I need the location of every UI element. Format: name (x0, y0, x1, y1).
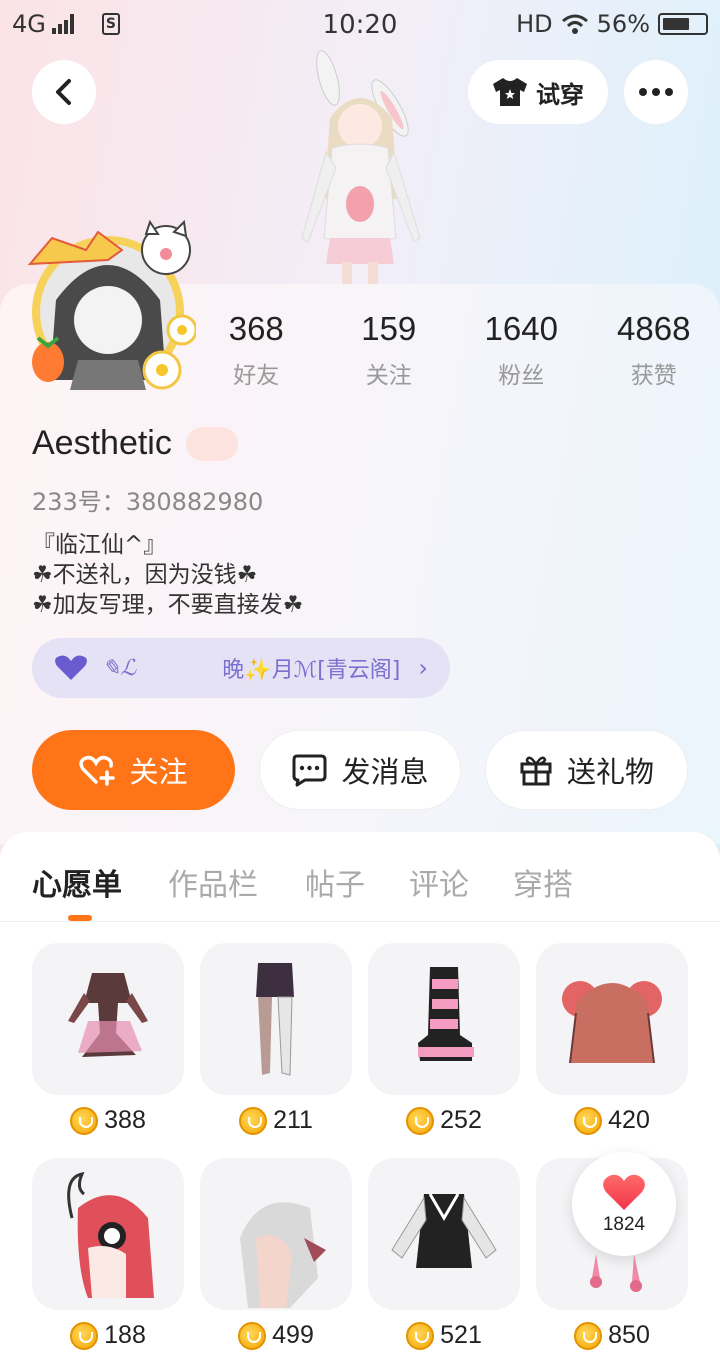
more-button[interactable] (624, 60, 688, 124)
jacket-icon (391, 1193, 497, 1268)
item-price: 499 (200, 1321, 352, 1350)
stat-value: 1640 (484, 310, 558, 347)
tab-wishlist[interactable]: 心愿单 (32, 860, 122, 904)
try-on-label: 试穿 (536, 80, 584, 109)
guild-badge[interactable]: ✎ℒ 晚✨月ℳ[青云阁] › (32, 638, 450, 698)
active-tab-indicator (68, 915, 92, 921)
wishlist-item[interactable] (200, 1158, 352, 1310)
battery-percent: 56% (596, 10, 650, 38)
price-value: 499 (272, 1321, 314, 1349)
stat-label: 关注 (365, 363, 412, 389)
bio-line: ☘不送礼，因为没钱☘ (32, 562, 258, 588)
back-button[interactable] (32, 60, 96, 124)
heart-plus-icon (79, 755, 116, 786)
like-count: 1824 (602, 1214, 646, 1235)
try-on-button[interactable]: 试穿 (468, 60, 608, 124)
stat-following[interactable]: 159 关注 (323, 310, 456, 390)
stockings-icon (256, 963, 294, 1076)
avatar[interactable] (26, 220, 196, 390)
guild-tag: ✎ℒ (102, 655, 137, 681)
coin-icon (574, 1106, 603, 1135)
stat-fans[interactable]: 1640 粉丝 (455, 310, 588, 390)
profile-tabs: 心愿单 作品栏 帖子 评论 穿搭 (0, 832, 720, 922)
send-gift-button[interactable]: 送礼物 (485, 730, 688, 810)
stat-value: 368 (228, 310, 284, 347)
coin-icon (574, 1321, 603, 1350)
tab-outfits[interactable]: 穿搭 (513, 860, 573, 904)
stat-friends[interactable]: 368 好友 (190, 310, 323, 390)
character-figure (301, 50, 421, 284)
tab-posts[interactable]: 帖子 (305, 860, 365, 904)
coin-icon (238, 1321, 267, 1350)
bio: 『临江仙^』 ☘不送礼，因为没钱☘ ☘加友写理，不要直接发☘ (32, 530, 303, 620)
tab-works[interactable]: 作品栏 (168, 860, 258, 904)
coin-icon (70, 1106, 99, 1135)
item-price: 388 (32, 1106, 184, 1135)
wifi-icon (561, 14, 588, 34)
profile-stats: 368 好友 159 关注 1640 粉丝 4868 获赞 (190, 310, 720, 390)
heart-icon (55, 655, 87, 680)
stat-label: 粉丝 (498, 363, 545, 389)
gift-icon (520, 756, 552, 786)
item-price: 211 (200, 1106, 352, 1135)
wishlist-item[interactable] (536, 943, 688, 1095)
hair-red-icon (67, 1171, 154, 1298)
tshirt-icon (493, 78, 527, 106)
stat-likes[interactable]: 4868 获赞 (588, 310, 720, 390)
coin-icon (70, 1321, 99, 1350)
stat-value: 4868 (617, 310, 691, 347)
follow-button[interactable]: 关注 (32, 730, 235, 810)
item-price: 252 (368, 1106, 520, 1135)
name-tag-badge (185, 426, 238, 461)
item-price: 188 (32, 1321, 184, 1350)
like-button[interactable]: 1824 (572, 1152, 676, 1256)
chat-bubble-icon (292, 754, 327, 787)
outfit-dress-icon (68, 973, 148, 1057)
hd-indicator: HD (516, 10, 553, 38)
stat-label: 获赞 (630, 363, 677, 389)
hair-white-icon (240, 1202, 326, 1308)
battery-icon (658, 13, 708, 35)
price-value: 420 (608, 1106, 650, 1134)
message-button[interactable]: 发消息 (259, 730, 461, 810)
follow-label: 关注 (129, 755, 188, 789)
price-value: 388 (104, 1106, 146, 1134)
item-price: 850 (536, 1321, 688, 1350)
gift-label: 送礼物 (566, 755, 654, 789)
bio-line: 『临江仙^』 (32, 532, 167, 558)
stat-value: 159 (361, 310, 417, 347)
wishlist-item[interactable] (368, 943, 520, 1095)
more-icon (639, 88, 673, 96)
wishlist-item[interactable] (32, 1158, 184, 1310)
item-price: 521 (368, 1321, 520, 1350)
price-value: 521 (440, 1321, 482, 1349)
coin-icon (406, 1106, 435, 1135)
heart-icon (603, 1174, 645, 1210)
price-value: 252 (440, 1106, 482, 1134)
wishlist-item[interactable] (32, 943, 184, 1095)
guild-name: 晚✨月ℳ[青云阁] (222, 658, 401, 683)
coin-icon (239, 1106, 268, 1135)
wishlist-item[interactable] (368, 1158, 520, 1310)
item-price: 420 (536, 1106, 688, 1135)
price-value: 850 (608, 1321, 650, 1349)
price-value: 211 (273, 1106, 313, 1134)
coin-icon (406, 1321, 435, 1350)
tab-comments[interactable]: 评论 (409, 860, 469, 904)
bio-line: ☘加友写理，不要直接发☘ (32, 592, 304, 618)
username-row: Aesthetic (32, 424, 238, 463)
chevron-left-icon (56, 79, 71, 105)
username: Aesthetic (32, 424, 172, 462)
wishlist-item[interactable] (200, 943, 352, 1095)
hair-buns-icon (562, 981, 662, 1064)
price-value: 188 (104, 1321, 146, 1349)
message-label: 发消息 (341, 755, 429, 789)
stat-label: 好友 (233, 363, 280, 389)
chevron-right-icon: › (418, 654, 428, 682)
status-bar: 4G S 10:20 HD 56% (0, 0, 720, 50)
boots-icon (418, 967, 474, 1061)
user-id: 233号：380882980 (32, 488, 264, 516)
